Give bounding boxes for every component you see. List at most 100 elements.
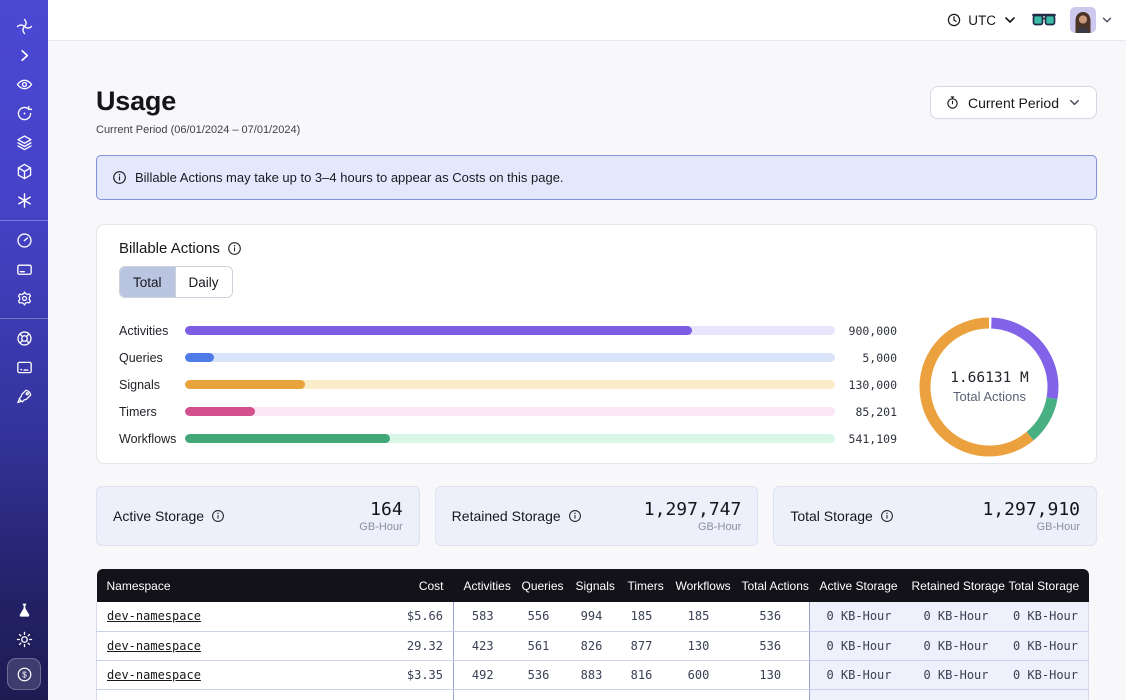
cell-namespace: dev-namespace <box>97 660 347 689</box>
cube-icon[interactable] <box>8 157 40 186</box>
history-clock-icon[interactable] <box>8 99 40 128</box>
credit-card-icon[interactable] <box>8 255 40 284</box>
cell-namespace: dev-namespace <box>97 631 347 660</box>
cell-retained_storage <box>902 689 999 700</box>
billable-actions-card: Billable Actions Total Daily Activities … <box>96 224 1097 464</box>
table-row: dev-namespace$5.665835569941851855360 KB… <box>97 602 1089 631</box>
col-timers: Timers <box>618 569 666 602</box>
info-icon <box>112 170 127 185</box>
bar-label: Timers <box>119 405 185 419</box>
info-icon[interactable] <box>211 509 225 523</box>
cell-total_storage: 0 KB-Hour <box>999 631 1089 660</box>
bar-label: Signals <box>119 378 185 392</box>
chevron-down-icon <box>1002 12 1018 28</box>
bar-value: 900,000 <box>835 324 897 338</box>
table-row: dev-namespace$3.354925368838166001300 KB… <box>97 660 1089 689</box>
col-queries: Queries <box>512 569 566 602</box>
total-actions-donut: 1.66131 M Total Actions <box>907 312 1072 462</box>
bar-label: Queries <box>119 351 185 365</box>
account-menu[interactable] <box>1070 7 1114 33</box>
chevron-down-icon <box>1067 95 1082 110</box>
cell-cost <box>347 689 454 700</box>
namespace-link[interactable]: dev-namespace <box>107 609 201 623</box>
cell-queries <box>512 689 566 700</box>
sun-icon[interactable] <box>8 625 40 654</box>
table-header-row: Namespace Cost Activities Queries Signal… <box>97 569 1089 602</box>
total-storage-label: Total Storage <box>790 508 873 524</box>
tab-total[interactable]: Total <box>120 267 175 297</box>
clock-icon <box>946 12 962 28</box>
cell-active_storage <box>810 689 902 700</box>
cell-timers: 816 <box>618 660 666 689</box>
cell-total_actions: 536 <box>732 631 810 660</box>
namespace-usage-table: Namespace Cost Activities Queries Signal… <box>96 569 1097 700</box>
glasses-icon[interactable] <box>1032 13 1056 28</box>
bar-fill <box>185 326 692 335</box>
cell-retained_storage: 0 KB-Hour <box>902 631 999 660</box>
col-activities: Activities <box>454 569 512 602</box>
svg-text:$: $ <box>22 670 27 679</box>
bar-label: Activities <box>119 324 185 338</box>
bar-fill <box>185 353 214 362</box>
tab-daily[interactable]: Daily <box>175 267 232 297</box>
gauge-icon[interactable] <box>8 226 40 255</box>
info-icon[interactable] <box>880 509 894 523</box>
cell-workflows <box>666 689 732 700</box>
bar-track <box>185 407 835 416</box>
donut-total-label: Total Actions <box>953 389 1026 404</box>
cell-signals: 994 <box>566 602 618 631</box>
cell-queries: 536 <box>512 660 566 689</box>
gear-icon[interactable] <box>8 284 40 313</box>
flask-icon[interactable] <box>8 596 40 625</box>
main-content: Usage Current Period (06/01/2024 – 07/01… <box>48 41 1126 700</box>
cell-namespace <box>97 689 347 700</box>
period-dropdown-label: Current Period <box>968 95 1059 111</box>
timezone-selector[interactable]: UTC <box>946 12 1018 28</box>
col-cost: Cost <box>347 569 454 602</box>
info-icon[interactable] <box>227 241 242 256</box>
namespace-link[interactable]: dev-namespace <box>107 639 201 653</box>
dollar-coin-button[interactable]: $ <box>7 658 41 690</box>
terminal-icon[interactable] <box>8 353 40 382</box>
period-dropdown-button[interactable]: Current Period <box>930 86 1097 119</box>
cell-timers <box>618 689 666 700</box>
cell-signals <box>566 689 618 700</box>
bar-value: 85,201 <box>835 405 897 419</box>
avatar <box>1070 7 1096 33</box>
cell-total_actions <box>732 689 810 700</box>
cell-namespace: dev-namespace <box>97 602 347 631</box>
cell-signals: 826 <box>566 631 618 660</box>
bar-fill <box>185 434 390 443</box>
total-storage-value: 1,297,910 <box>982 500 1080 520</box>
cell-active_storage: 0 KB-Hour <box>810 631 902 660</box>
asterisk-icon[interactable] <box>8 186 40 215</box>
bar-track <box>185 353 835 362</box>
cell-workflows: 130 <box>666 631 732 660</box>
cell-total_storage: 0 KB-Hour <box>999 660 1089 689</box>
rocket-icon[interactable] <box>8 382 40 411</box>
temporal-logo-icon[interactable] <box>8 12 40 41</box>
retained-storage-value: 1,297,747 <box>644 500 742 520</box>
cell-activities: 492 <box>454 660 512 689</box>
cell-total_storage <box>999 689 1089 700</box>
layers-icon[interactable] <box>8 128 40 157</box>
namespace-link[interactable]: dev-namespace <box>107 668 201 682</box>
col-namespace: Namespace <box>97 569 347 602</box>
info-banner-text: Billable Actions may take up to 3–4 hour… <box>135 170 564 185</box>
lifebuoy-icon[interactable] <box>8 324 40 353</box>
page-title: Usage <box>96 86 300 117</box>
total-storage-unit: GB-Hour <box>982 521 1080 533</box>
bar-track <box>185 434 835 443</box>
chevron-right-icon[interactable] <box>8 41 40 70</box>
info-icon[interactable] <box>568 509 582 523</box>
retained-storage-unit: GB-Hour <box>644 521 742 533</box>
cell-active_storage: 0 KB-Hour <box>810 602 902 631</box>
retained-storage-label: Retained Storage <box>452 508 561 524</box>
active-storage-card: Active Storage 164 GB-Hour <box>96 486 420 546</box>
eye-icon[interactable] <box>8 70 40 99</box>
bar-fill <box>185 380 305 389</box>
bar-track <box>185 326 835 335</box>
billable-actions-title: Billable Actions <box>119 240 220 257</box>
bar-value: 5,000 <box>835 351 897 365</box>
col-active-storage: Active Storage <box>810 569 902 602</box>
